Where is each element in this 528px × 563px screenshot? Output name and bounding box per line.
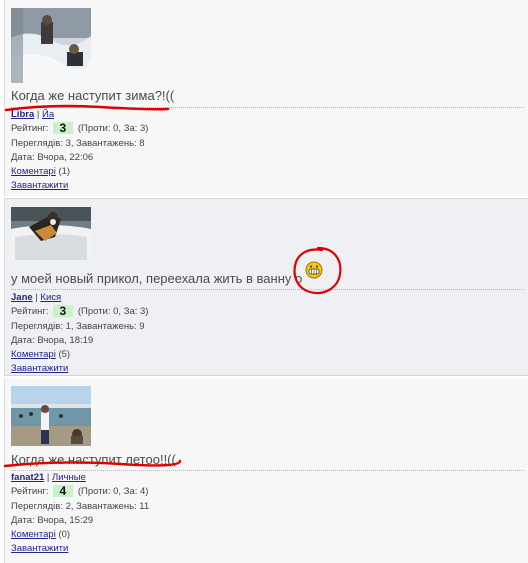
download-link[interactable]: Завантажити xyxy=(11,543,68,554)
author-link[interactable]: Libra xyxy=(11,109,34,120)
post-title: Когда же наступит зима?!(( xyxy=(11,88,175,103)
post-meta: Jane | Кися Рейтинг: 3 (Проти: 0, За: 3) … xyxy=(11,291,148,377)
photo-thumbnail[interactable] xyxy=(11,207,91,260)
photo-thumbnail[interactable] xyxy=(11,8,91,83)
photo-thumbnail[interactable] xyxy=(11,386,91,446)
date-text: Дата: Вчора, 15:29 xyxy=(11,514,94,526)
gallery-item: Когда же наступит летоо!!(( fanat21 | Ли… xyxy=(4,378,528,563)
date-text: Дата: Вчора, 22:06 xyxy=(11,151,94,163)
rating-detail: (Проти: 0, За: 4) xyxy=(77,486,149,498)
comments-count: (0) xyxy=(58,529,71,541)
separator: | xyxy=(35,292,38,303)
grin-emoticon-icon xyxy=(305,261,323,279)
rating-badge: 3 xyxy=(52,122,74,135)
date-text: Дата: Вчора, 18:19 xyxy=(11,334,94,346)
author-link[interactable]: fanat21 xyxy=(11,472,44,483)
comments-count: (1) xyxy=(58,166,71,178)
comments-count: (5) xyxy=(58,349,71,361)
gallery-item: Когда же наступит зима?!(( Libra | Йа Ре… xyxy=(4,0,528,196)
post-meta: fanat21 | Личные Рейтинг: 4 (Проти: 0, За… xyxy=(11,471,149,557)
category-link[interactable]: Кися xyxy=(40,292,61,303)
category-link[interactable]: Йа xyxy=(42,109,54,120)
title-trailing-letter: о xyxy=(295,271,303,286)
category-link[interactable]: Личные xyxy=(52,472,86,483)
download-link[interactable]: Завантажити xyxy=(11,363,68,374)
separator: | xyxy=(46,472,50,483)
rating-badge: 3 xyxy=(52,305,74,318)
post-title: Когда же наступит летоо!!(( xyxy=(11,452,176,467)
comments-link[interactable]: Коментарі xyxy=(11,529,56,540)
rating-detail: (Проти: 0, За: 3) xyxy=(77,306,149,318)
download-link[interactable]: Завантажити xyxy=(11,180,68,191)
gallery-item: у моей новый прикол, переехала жить в ва… xyxy=(4,198,528,376)
author-link[interactable]: Jane xyxy=(11,292,33,303)
views-text: Переглядів: 2, Завантажень: 11 xyxy=(11,500,150,512)
post-title: у моей новый прикол, переехала жить в ва… xyxy=(11,271,303,286)
rating-detail: (Проти: 0, За: 3) xyxy=(77,123,149,135)
views-text: Переглядів: 3, Завантажень: 8 xyxy=(11,137,145,149)
rating-label: Рейтинг: xyxy=(11,486,49,498)
rating-label: Рейтинг: xyxy=(11,306,49,318)
divider xyxy=(11,289,524,290)
views-text: Переглядів: 1, Завантажень: 9 xyxy=(11,320,145,332)
post-meta: Libra | Йа Рейтинг: 3 (Проти: 0, За: 3) П… xyxy=(11,108,148,194)
rating-label: Рейтинг: xyxy=(11,123,49,135)
rating-badge: 4 xyxy=(52,485,74,498)
comments-link[interactable]: Коментарі xyxy=(11,166,56,177)
separator: | xyxy=(36,109,40,120)
comments-link[interactable]: Коментарі xyxy=(11,349,56,360)
